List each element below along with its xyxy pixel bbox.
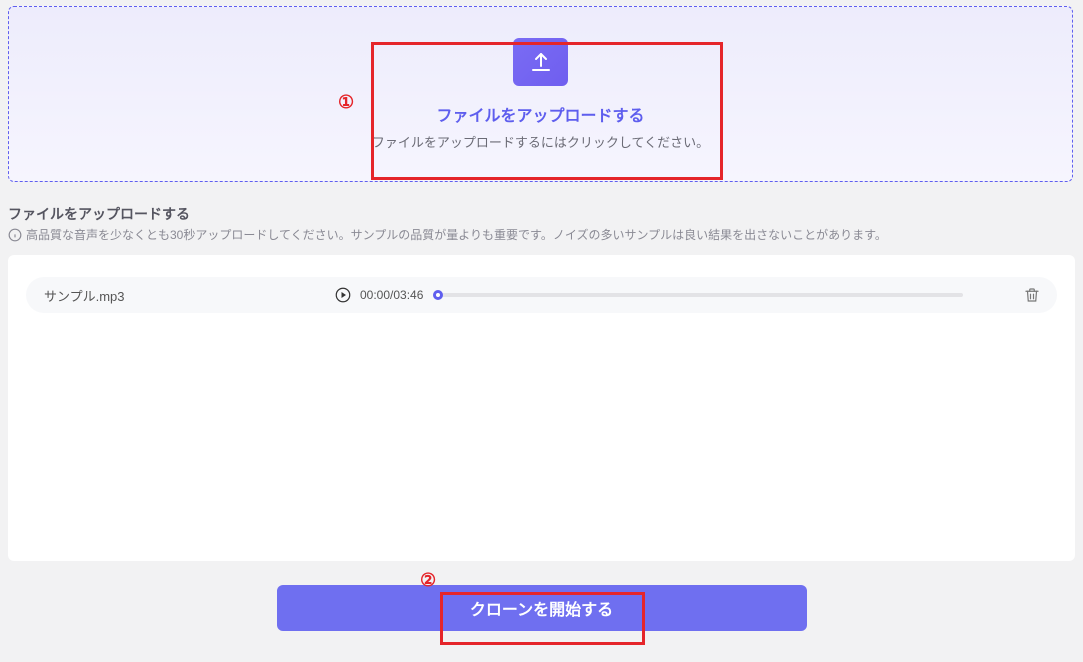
step-number-2: ② — [420, 570, 436, 591]
duration: 03:46 — [393, 288, 423, 302]
delete-button[interactable] — [1023, 286, 1041, 304]
upload-dropzone[interactable]: ファイルをアップロードする ファイルをアップロードするにはクリックしてください。 — [8, 6, 1073, 182]
play-button[interactable] — [334, 286, 352, 304]
section-help: 高品質な音声を少なくとも30秒アップロードしてください。サンプルの品質が量よりも… — [8, 226, 1083, 243]
section-help-text: 高品質な音声を少なくとも30秒アップロードしてください。サンプルの品質が量よりも… — [26, 226, 887, 243]
start-clone-button[interactable]: クローンを開始する — [277, 585, 807, 631]
upload-title: ファイルをアップロードする — [436, 102, 644, 126]
play-icon — [334, 286, 352, 304]
trash-icon — [1023, 286, 1041, 304]
file-name: サンプル.mp3 — [44, 286, 334, 305]
info-icon — [8, 228, 22, 242]
current-time: 00:00 — [360, 288, 390, 302]
upload-icon — [529, 50, 553, 74]
audio-progress-slider[interactable] — [433, 293, 963, 297]
upload-icon-box — [513, 38, 568, 86]
step-number-1: ① — [338, 92, 354, 113]
upload-subtitle: ファイルをアップロードするにはクリックしてください。 — [372, 132, 709, 151]
files-panel: サンプル.mp3 00:00/03:46 — [8, 255, 1075, 561]
section-label: ファイルをアップロードする — [8, 204, 1083, 224]
progress-thumb[interactable] — [433, 290, 443, 300]
file-row: サンプル.mp3 00:00/03:46 — [26, 277, 1057, 313]
time-display: 00:00/03:46 — [360, 288, 423, 302]
